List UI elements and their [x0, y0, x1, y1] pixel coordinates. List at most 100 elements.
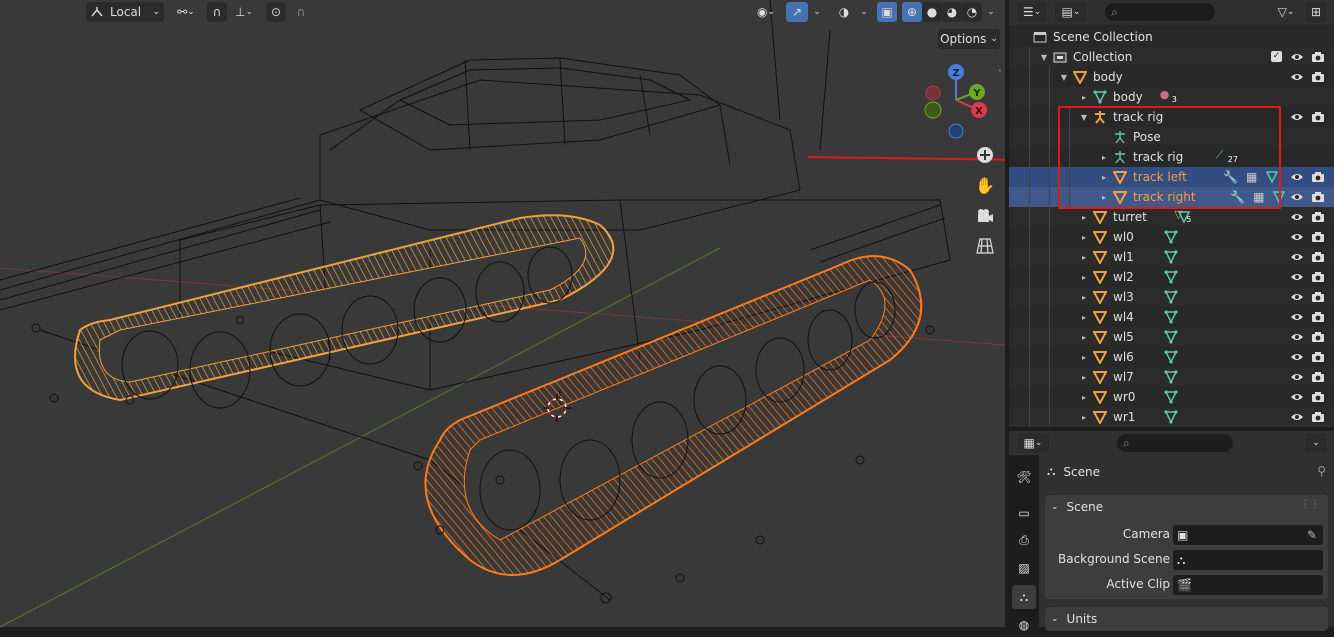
outliner-row[interactable]: ▸ wl7	[1009, 367, 1334, 387]
shading-material-button[interactable]: ◕	[942, 2, 962, 22]
visibility-eye-icon[interactable]	[1290, 230, 1304, 244]
expand-arrow-icon[interactable]: ▸	[1079, 213, 1089, 222]
render-camera-icon[interactable]	[1311, 110, 1325, 124]
visibility-eye-icon[interactable]	[1290, 170, 1304, 184]
navigation-gizmo[interactable]: Z Y X	[918, 60, 998, 140]
mesh-data-icon[interactable]	[1176, 209, 1192, 225]
outliner-row[interactable]: ▸ wr0	[1009, 387, 1334, 407]
render-camera-icon[interactable]	[1311, 290, 1325, 304]
outliner-row[interactable]: ▸ wl0	[1009, 227, 1334, 247]
outliner-row[interactable]: ▸ track left 🔧 ▦	[1009, 167, 1334, 187]
visibility-eye-icon[interactable]	[1290, 190, 1304, 204]
collapse-arrow-icon[interactable]: ▼	[1079, 113, 1089, 122]
shading-wireframe-button[interactable]: ⊕	[902, 2, 922, 22]
visibility-eye-icon[interactable]	[1290, 330, 1304, 344]
gizmo-dropdown[interactable]: ⌄	[809, 2, 825, 22]
outliner-row[interactable]: Scene Collection	[1009, 27, 1334, 47]
mesh-data-icon[interactable]	[1163, 249, 1179, 265]
render-camera-icon[interactable]	[1311, 70, 1325, 84]
falloff-dropdown[interactable]: ∩	[288, 2, 314, 22]
snap-toggle[interactable]: ∩	[207, 2, 227, 22]
visibility-eye-icon[interactable]	[1290, 70, 1304, 84]
tab-output[interactable]: ⎙	[1012, 528, 1036, 552]
expand-arrow-icon[interactable]: ▸	[1079, 93, 1089, 102]
tab-view-layer[interactable]: ▨	[1012, 556, 1036, 580]
expand-arrow-icon[interactable]: ▸	[1079, 413, 1089, 422]
visibility-dropdown[interactable]: ◉ ⌄	[752, 2, 780, 22]
display-mode-dropdown[interactable]: ▤ ⌄	[1055, 2, 1087, 22]
outliner-row[interactable]: ▸ wl2	[1009, 267, 1334, 287]
3d-viewport[interactable]: Local ⌄ ⚯ ⌄ ∩ ⊥ ⌄ ⊙ ∩ ◉ ⌄ ↗ ⌄ ◑ ⌄ ▣ ⊕ ● …	[0, 0, 1005, 627]
outliner-row[interactable]: ▸ wl3	[1009, 287, 1334, 307]
render-camera-icon[interactable]	[1311, 50, 1325, 64]
expand-arrow-icon[interactable]: ▸	[1079, 373, 1089, 382]
expand-arrow-icon[interactable]: ▸	[1099, 193, 1109, 202]
visibility-eye-icon[interactable]	[1290, 110, 1304, 124]
overlays-dropdown[interactable]: ⌄	[856, 2, 872, 22]
array-modifier-icon[interactable]: ▦	[1253, 190, 1264, 207]
outliner-row[interactable]: ▼ track rig	[1009, 107, 1334, 127]
render-camera-icon[interactable]	[1311, 250, 1325, 264]
expand-arrow-icon[interactable]: ▸	[1079, 253, 1089, 262]
expand-arrow-icon[interactable]: ▸	[1079, 273, 1089, 282]
render-camera-icon[interactable]	[1311, 390, 1325, 404]
visibility-eye-icon[interactable]	[1290, 350, 1304, 364]
expand-arrow-icon[interactable]: ▸	[1079, 393, 1089, 402]
expand-arrow-icon[interactable]: ▸	[1079, 313, 1089, 322]
collapse-arrow-icon[interactable]: ▼	[1039, 53, 1049, 62]
snap-target-dropdown[interactable]: ⊥ ⌄	[229, 2, 259, 22]
zoom-button[interactable]	[971, 142, 999, 168]
render-camera-icon[interactable]	[1311, 210, 1325, 224]
xray-toggle[interactable]: ▣	[877, 2, 897, 22]
expand-arrow-icon[interactable]: ▸	[1079, 293, 1089, 302]
mesh-data-icon[interactable]	[1163, 329, 1179, 345]
render-camera-icon[interactable]	[1311, 230, 1325, 244]
drag-handle-icon[interactable]: ⋮⋮	[1300, 499, 1320, 510]
render-camera-icon[interactable]	[1311, 170, 1325, 184]
eyedropper-icon[interactable]: ✎	[1307, 528, 1317, 542]
expand-arrow-icon[interactable]: ▸	[1079, 333, 1089, 342]
visibility-eye-icon[interactable]	[1290, 50, 1304, 64]
render-camera-icon[interactable]	[1311, 410, 1325, 424]
mesh-data-icon[interactable]	[1163, 389, 1179, 405]
pin-icon[interactable]: ⚲	[1317, 464, 1326, 478]
outliner-row[interactable]: ▸ wl6	[1009, 347, 1334, 367]
render-camera-icon[interactable]	[1311, 330, 1325, 344]
mesh-data-icon[interactable]	[1163, 349, 1179, 365]
visibility-eye-icon[interactable]	[1290, 410, 1304, 424]
outliner-row[interactable]: ▸ track right 🔧 ▦	[1009, 187, 1334, 207]
shading-dropdown[interactable]: ⌄	[983, 2, 999, 22]
transform-orientation-dropdown[interactable]: Local ⌄	[86, 2, 164, 22]
mesh-data-icon[interactable]	[1163, 289, 1179, 305]
visibility-eye-icon[interactable]	[1290, 270, 1304, 284]
collapse-arrow-icon[interactable]: ▼	[1059, 73, 1069, 82]
expand-arrow-icon[interactable]: ▸	[1099, 173, 1109, 182]
visibility-eye-icon[interactable]	[1290, 290, 1304, 304]
outliner-search-input[interactable]: ⌕	[1105, 3, 1215, 21]
expand-arrow-icon[interactable]: ▸	[1079, 233, 1089, 242]
background-scene-field[interactable]: ⛬	[1173, 550, 1323, 570]
wireframe-scene[interactable]	[0, 0, 1005, 627]
tab-scene[interactable]: ⛬	[1012, 585, 1036, 609]
visibility-eye-icon[interactable]	[1290, 250, 1304, 264]
mesh-data-icon[interactable]	[1163, 369, 1179, 385]
array-modifier-icon[interactable]: ▦	[1246, 170, 1257, 187]
perspective-toggle-button[interactable]	[971, 233, 999, 259]
scene-panel-header[interactable]: ⌄ Scene	[1051, 500, 1103, 514]
filter-dropdown[interactable]: ▽ ⌄	[1271, 2, 1301, 22]
outliner-row[interactable]: ▼ Collection ✓	[1009, 47, 1334, 67]
expand-arrow-icon[interactable]: ▸	[1079, 353, 1089, 362]
outliner-row[interactable]: ▸ turret ▽ 5	[1009, 207, 1334, 227]
pan-button[interactable]: ✋	[971, 172, 999, 198]
mesh-data-icon[interactable]	[1163, 269, 1179, 285]
gizmo-toggle[interactable]: ↗	[786, 2, 808, 22]
editor-type-dropdown[interactable]: ▦ ⌄	[1017, 433, 1049, 453]
visibility-eye-icon[interactable]	[1290, 310, 1304, 324]
outliner-row[interactable]: ▸ wl1	[1009, 247, 1334, 267]
new-collection-button[interactable]: ⊞	[1305, 2, 1327, 22]
tab-world[interactable]: ◍	[1012, 613, 1036, 637]
expand-arrow-icon[interactable]: ▸	[1099, 153, 1109, 162]
render-camera-icon[interactable]	[1311, 350, 1325, 364]
tab-tool[interactable]: 🛠	[1012, 465, 1036, 489]
camera-view-button[interactable]	[971, 203, 999, 229]
